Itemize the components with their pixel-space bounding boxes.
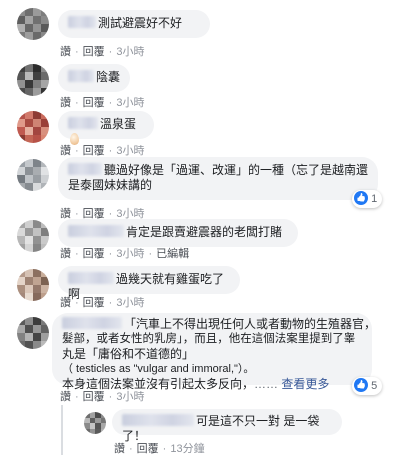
timestamp[interactable]: 13分鐘 [170, 443, 204, 455]
comment-bubble: 肯定是跟賣避震器的老闆打賭 [58, 219, 298, 247]
like-link[interactable]: 讚 [60, 391, 71, 403]
comment-text: 肯定是跟賣避震器的老闆打賭 [126, 225, 283, 239]
avatar[interactable] [84, 412, 106, 434]
reply-thread-line [61, 405, 63, 455]
author-name[interactable] [68, 272, 114, 284]
comment-text: 測試避震好不好 [98, 16, 183, 30]
like-link[interactable]: 讚 [60, 297, 71, 309]
timestamp[interactable]: 3小時 [116, 248, 144, 260]
reaction-count[interactable]: 5 [352, 377, 383, 395]
like-link[interactable]: 讚 [60, 145, 71, 157]
timestamp[interactable]: 3小時 [116, 391, 144, 403]
comment-text: 聽過好像是「過運、改運」的一種（忘了是越南還是泰國妹妹講的 [68, 163, 369, 192]
reaction-count[interactable]: 1 [352, 190, 383, 208]
avatar[interactable] [17, 111, 49, 143]
author-name[interactable] [62, 317, 122, 329]
comment-text: 溫泉蛋 [100, 117, 137, 131]
comment-actions: 讚 · 回覆 · 3小時 [60, 46, 145, 58]
like-link[interactable]: 讚 [60, 46, 71, 58]
edited-label[interactable]: 已編輯 [156, 248, 189, 260]
author-name[interactable] [68, 117, 98, 129]
comment-text-line-3: 丸是「庸俗和不道德的」 [62, 347, 195, 361]
comment-bubble: 「汽車上不得出現任何人或者動物的生殖器官， 髮部，或者女性的乳房」，而且，他在這… [52, 313, 376, 391]
comment-bubble: 溫泉蛋 [58, 111, 154, 145]
comment-actions: 讚 · 回覆 · 3小時 [60, 97, 145, 109]
reply-link[interactable]: 回覆 [83, 248, 105, 260]
comment-actions: 讚 · 回覆 · 13分鐘 [114, 443, 205, 455]
reply-link[interactable]: 回覆 [137, 443, 159, 455]
like-link[interactable]: 讚 [114, 443, 125, 455]
comment-bubble: 可是這不只一對 是一袋了！ [112, 409, 342, 443]
avatar[interactable] [17, 317, 49, 349]
comment-actions: 讚 · 回覆 · 3小時 [60, 145, 145, 157]
like-icon [354, 191, 368, 205]
reply-link[interactable]: 回覆 [83, 297, 105, 309]
like-icon [354, 378, 368, 392]
reply-link[interactable]: 回覆 [83, 46, 105, 58]
comment-actions: 讚 · 回覆 · 3小時 [60, 297, 145, 309]
reaction-number: 5 [371, 380, 378, 392]
reply-link[interactable]: 回覆 [83, 145, 105, 157]
ellipsis: …… [254, 377, 279, 391]
avatar[interactable] [17, 8, 49, 40]
avatar[interactable] [17, 220, 49, 252]
comment-bubble: 測試避震好不好 [58, 10, 210, 38]
comment-actions: 讚 · 回覆 · 3小時 [60, 391, 145, 403]
author-name[interactable] [68, 16, 96, 28]
reaction-number: 1 [371, 193, 378, 205]
timestamp[interactable]: 3小時 [116, 46, 144, 58]
like-link[interactable]: 讚 [60, 97, 71, 109]
like-link[interactable]: 讚 [60, 248, 71, 260]
author-name[interactable] [122, 414, 194, 426]
comment-text-line-4: （ testicles as "vulgar and immoral,"）。 [62, 363, 255, 375]
author-name[interactable] [68, 225, 124, 237]
timestamp[interactable]: 3小時 [116, 97, 144, 109]
reply-link[interactable]: 回覆 [83, 391, 105, 403]
avatar[interactable] [17, 159, 49, 191]
see-more-link[interactable]: 查看更多 [281, 377, 329, 391]
author-name[interactable] [68, 163, 102, 175]
avatar[interactable] [17, 64, 49, 96]
comment-text: 陰囊 [96, 70, 121, 84]
avatar[interactable] [17, 269, 49, 301]
comment-text-line-2: 髮部，或者女性的乳房」，而且，他在這個法案里提到了睾 [62, 333, 356, 345]
comment-text-line-1: 「汽車上不得出現任何人或者動物的生殖器官， [124, 317, 377, 331]
timestamp[interactable]: 3小時 [116, 297, 144, 309]
reply-link[interactable]: 回覆 [83, 97, 105, 109]
comment-actions: 讚 · 回覆 · 3小時 · 已編輯 [60, 248, 190, 260]
comment-bubble: 聽過好像是「過運、改運」的一種（忘了是越南還是泰國妹妹講的 [58, 157, 378, 200]
comment-bubble: 陰囊 [58, 64, 130, 92]
timestamp[interactable]: 3小時 [116, 145, 144, 157]
author-name[interactable] [68, 70, 94, 82]
comment-bubble: 過幾天就有雞蛋吃了啊 [58, 266, 240, 301]
